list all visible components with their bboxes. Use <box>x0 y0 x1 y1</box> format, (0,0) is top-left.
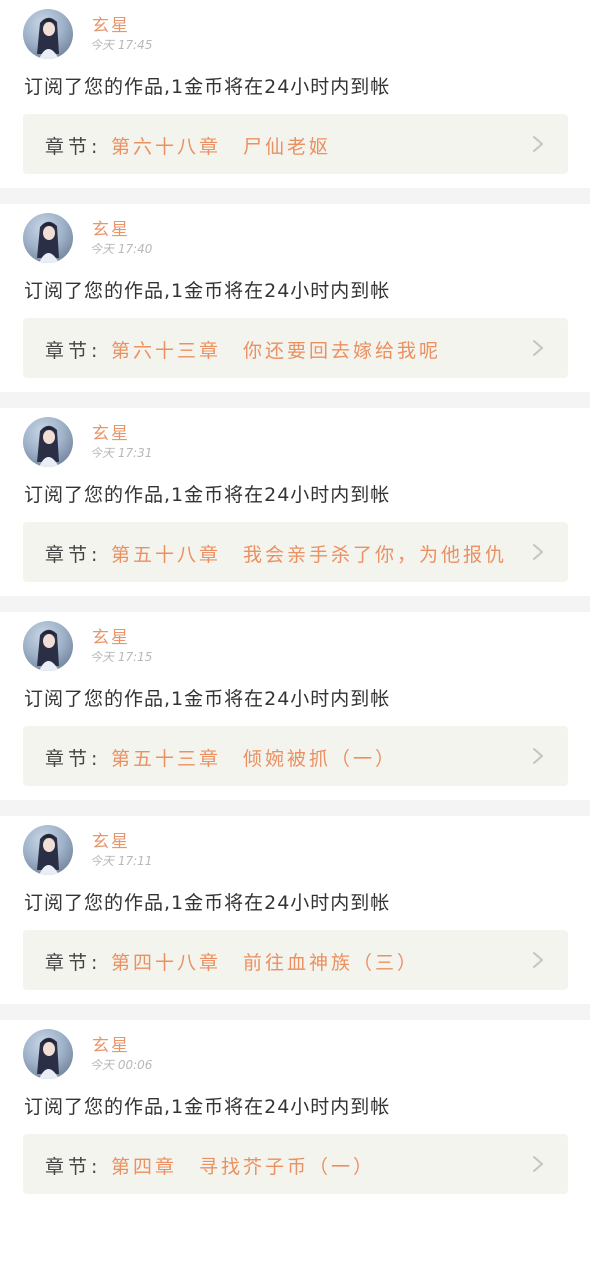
username[interactable]: 玄星 <box>92 1031 130 1056</box>
separator <box>0 1004 590 1020</box>
timestamp: 今天 17:45 <box>90 38 153 52</box>
username[interactable]: 玄星 <box>92 623 130 648</box>
notification-item: 玄星 今天 00:06 订阅了您的作品,1金币将在24小时内到帐 章节: 第四章… <box>0 1020 590 1208</box>
chapter-title: 第四十八章 前往血神族（三） <box>111 952 420 974</box>
chevron-right-icon <box>533 1156 543 1172</box>
chapter-title: 第四章 寻找芥子币（一） <box>111 1156 376 1178</box>
chevron-right-icon <box>533 544 543 560</box>
chapter-label: 章节: <box>45 748 102 770</box>
timestamp: 今天 17:11 <box>90 854 153 868</box>
separator <box>0 596 590 612</box>
avatar-image <box>37 425 59 467</box>
username[interactable]: 玄星 <box>92 827 130 852</box>
avatar[interactable] <box>23 621 73 671</box>
chevron-right-icon <box>533 136 543 152</box>
notification-item: 玄星 今天 17:15 订阅了您的作品,1金币将在24小时内到帐 章节: 第五十… <box>0 612 590 800</box>
chevron-right-icon <box>533 748 543 764</box>
subscription-message: 订阅了您的作品,1金币将在24小时内到帐 <box>24 892 391 914</box>
username[interactable]: 玄星 <box>92 11 130 36</box>
avatar[interactable] <box>23 213 73 263</box>
chapter-title: 第五十三章 倾婉被抓（一） <box>111 748 398 770</box>
separator <box>0 392 590 408</box>
chapter-label: 章节: <box>45 340 102 362</box>
timestamp: 今天 00:06 <box>90 1058 153 1072</box>
chapter-link[interactable]: 章节: 第六十八章 尸仙老妪 <box>23 114 568 174</box>
subscription-message: 订阅了您的作品,1金币将在24小时内到帐 <box>24 1096 391 1118</box>
username[interactable]: 玄星 <box>92 419 130 444</box>
username[interactable]: 玄星 <box>92 215 130 240</box>
chapter-label: 章节: <box>45 544 102 566</box>
notification-item: 玄星 今天 17:40 订阅了您的作品,1金币将在24小时内到帐 章节: 第六十… <box>0 204 590 392</box>
avatar-image <box>37 833 59 875</box>
chapter-title: 第六十八章 尸仙老妪 <box>111 136 332 158</box>
timestamp: 今天 17:31 <box>90 446 153 460</box>
chevron-right-icon <box>533 952 543 968</box>
separator <box>0 800 590 816</box>
avatar[interactable] <box>23 9 73 59</box>
subscription-message: 订阅了您的作品,1金币将在24小时内到帐 <box>24 76 391 98</box>
avatar[interactable] <box>23 1029 73 1079</box>
chapter-label: 章节: <box>45 1156 102 1178</box>
chapter-title: 第六十三章 你还要回去嫁给我呢 <box>111 340 442 362</box>
chapter-label: 章节: <box>45 952 102 974</box>
notification-item: 玄星 今天 17:45 订阅了您的作品,1金币将在24小时内到帐 章节: 第六十… <box>0 0 590 188</box>
chevron-right-icon <box>533 340 543 356</box>
timestamp: 今天 17:15 <box>90 650 153 664</box>
chapter-link[interactable]: 章节: 第四章 寻找芥子币（一） <box>23 1134 568 1194</box>
subscription-message: 订阅了您的作品,1金币将在24小时内到帐 <box>24 484 391 506</box>
notification-feed: 玄星 今天 17:45 订阅了您的作品,1金币将在24小时内到帐 章节: 第六十… <box>0 0 590 1280</box>
subscription-message: 订阅了您的作品,1金币将在24小时内到帐 <box>24 280 391 302</box>
avatar-image <box>37 1037 59 1079</box>
chapter-link[interactable]: 章节: 第六十三章 你还要回去嫁给我呢 <box>23 318 568 378</box>
avatar-image <box>37 221 59 263</box>
avatar[interactable] <box>23 417 73 467</box>
avatar-image <box>37 17 59 59</box>
timestamp: 今天 17:40 <box>90 242 153 256</box>
chapter-link[interactable]: 章节: 第五十八章 我会亲手杀了你，为他报仇 <box>23 522 568 582</box>
notification-item: 玄星 今天 17:11 订阅了您的作品,1金币将在24小时内到帐 章节: 第四十… <box>0 816 590 1004</box>
separator <box>0 188 590 204</box>
subscription-message: 订阅了您的作品,1金币将在24小时内到帐 <box>24 688 391 710</box>
chapter-link[interactable]: 章节: 第四十八章 前往血神族（三） <box>23 930 568 990</box>
avatar-image <box>37 629 59 671</box>
chapter-title: 第五十八章 我会亲手杀了你，为他报仇 <box>111 544 508 566</box>
chapter-link[interactable]: 章节: 第五十三章 倾婉被抓（一） <box>23 726 568 786</box>
avatar[interactable] <box>23 825 73 875</box>
chapter-label: 章节: <box>45 136 102 158</box>
notification-item: 玄星 今天 17:31 订阅了您的作品,1金币将在24小时内到帐 章节: 第五十… <box>0 408 590 596</box>
